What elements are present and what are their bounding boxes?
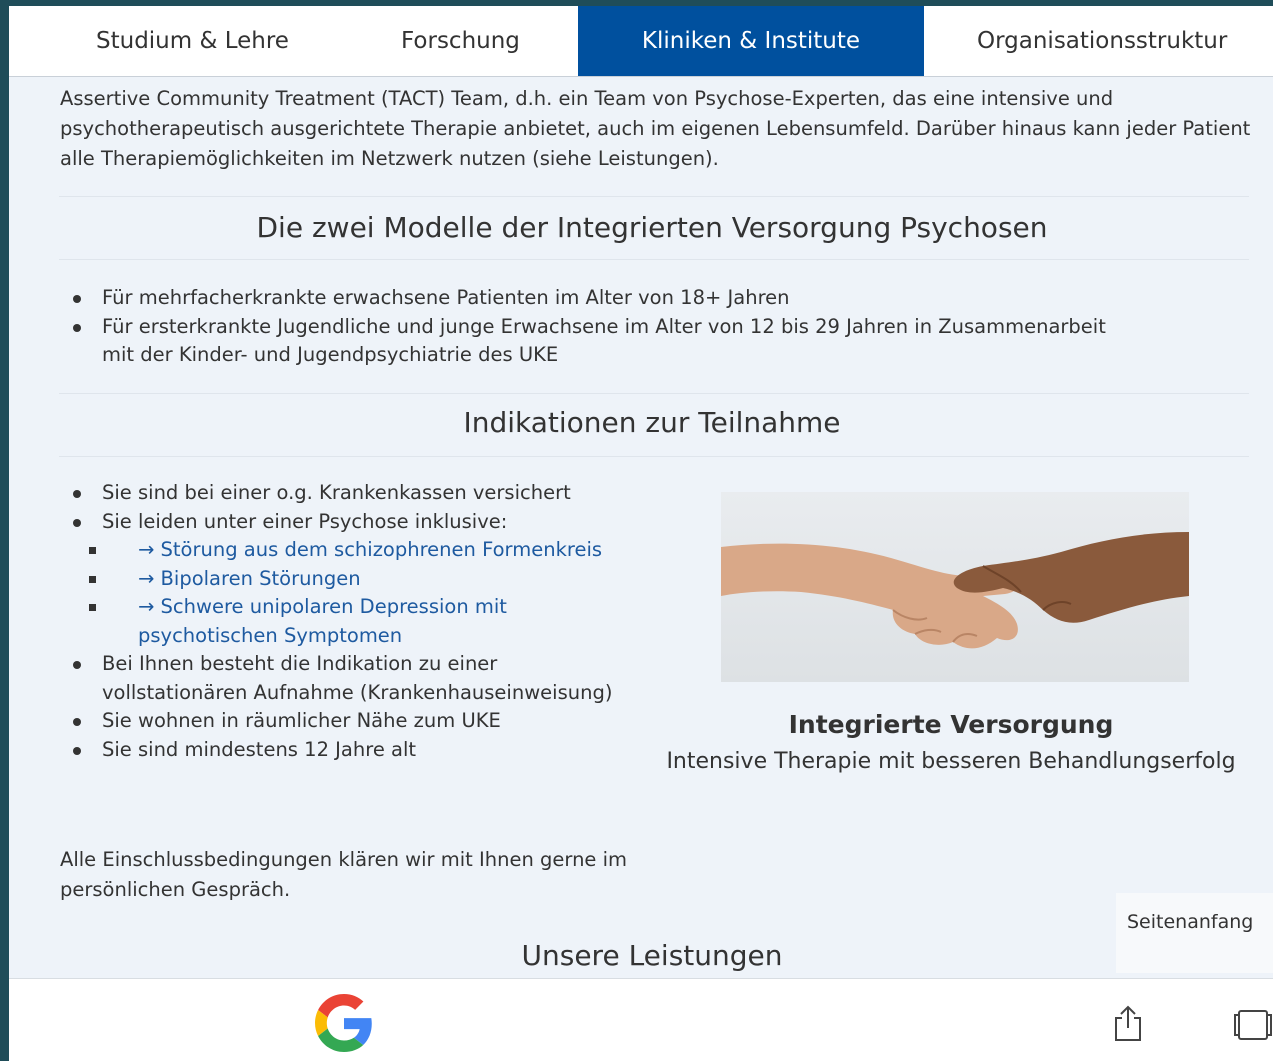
divider [59,196,1249,197]
psychosis-types-list: → Störung aus dem schizophrenen Formenkr… [89,536,620,650]
main-content: Assertive Community Treatment (TACT) Tea… [9,77,1273,977]
divider [59,393,1249,394]
inclusion-note: Alle Einschlussbedingungen klären wir mi… [60,848,628,901]
figure-subtitle: Intensive Therapie mit besseren Behandlu… [666,749,1236,774]
list-item: Sie wohnen in räumlicher Nähe zum UKE [60,707,620,736]
list-item: Für ersterkrankte Jugendliche und junge … [60,313,1110,370]
handshake-image [721,492,1189,682]
indications-heading: Indikationen zur Teilnahme [463,406,841,439]
nav-kliniken-institute[interactable]: Kliniken & Institute [578,6,924,76]
list-item: Sie leiden unter einer Psychose inklusiv… [60,508,620,651]
indications-list: Sie sind bei einer o.g. Krankenkassen ve… [60,479,620,764]
google-icon[interactable] [311,994,377,1052]
services-heading: Unsere Leistungen [521,939,783,972]
link-bipolar[interactable]: → Bipolaren Störungen [89,565,620,594]
intro-paragraph: Assertive Community Treatment (TACT) Tea… [60,87,1251,170]
link-depression[interactable]: → Schwere unipolaren Depression mit psyc… [89,593,620,650]
browser-bottom-bar [9,978,1273,1061]
nav-organisationsstruktur[interactable]: Organisationsstruktur [977,6,1227,76]
tabs-icon[interactable] [1233,1009,1273,1041]
share-icon[interactable] [1112,1004,1144,1042]
browser-viewport: Studium & Lehre Forschung Kliniken & Ins… [9,6,1273,1061]
divider [59,456,1249,457]
nav-studium-lehre[interactable]: Studium & Lehre [96,6,289,76]
link-schizophrenie[interactable]: → Störung aus dem schizophrenen Formenkr… [89,536,620,565]
nav-forschung[interactable]: Forschung [401,6,520,76]
list-item: Bei Ihnen besteht die Indikation zu eine… [60,650,620,707]
list-item: Sie sind mindestens 12 Jahre alt [60,736,620,765]
figure-title: Integrierte Versorgung [788,710,1114,739]
list-item-text: Sie leiden unter einer Psychose inklusiv… [102,509,508,533]
list-item: Für mehrfacherkrankte erwachsene Patient… [60,284,1110,313]
handshake-illustration [721,532,1189,649]
back-to-top-button[interactable]: Seitenanfang [1116,893,1273,973]
list-item: Sie sind bei einer o.g. Krankenkassen ve… [60,479,620,508]
models-list: Für mehrfacherkrankte erwachsene Patient… [60,284,1110,370]
models-heading: Die zwei Modelle der Integrierten Versor… [256,211,1048,244]
top-navigation: Studium & Lehre Forschung Kliniken & Ins… [9,6,1273,77]
divider [59,259,1249,260]
